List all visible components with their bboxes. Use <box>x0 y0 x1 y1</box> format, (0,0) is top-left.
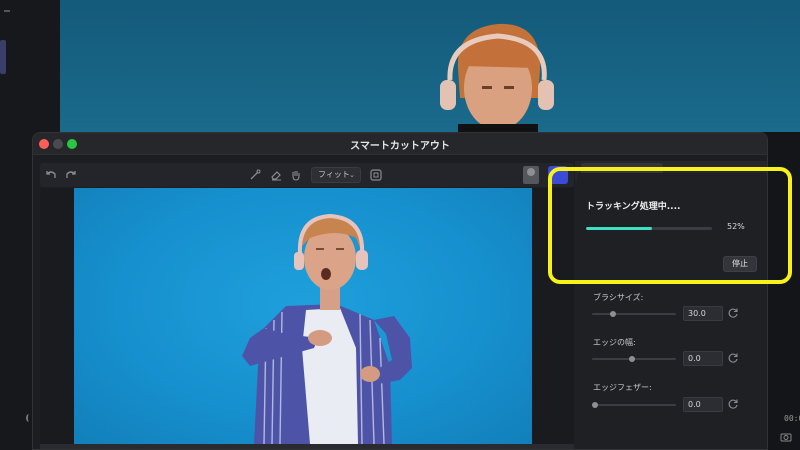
tracking-progress-bar <box>586 227 712 230</box>
window-title: スマートカットアウト <box>350 141 450 152</box>
video-preview[interactable] <box>74 188 532 444</box>
compare-icon[interactable] <box>369 168 383 182</box>
tracking-progress-fill <box>586 227 652 230</box>
edge-width-slider[interactable] <box>592 356 676 362</box>
background-scroll-thumb[interactable] <box>0 40 6 74</box>
dancing-person-image <box>242 213 412 444</box>
person-mode-button[interactable] <box>523 166 539 184</box>
canvas-area <box>40 188 574 449</box>
background-timecode: 00:0 <box>784 414 800 423</box>
background-tick <box>4 10 10 12</box>
hand-icon[interactable] <box>289 168 303 182</box>
smart-cutout-window: スマートカットアウト フィット ⌄ トラッキング処理中.... 52% 停止 ブ… <box>32 132 768 450</box>
redo-icon[interactable] <box>64 168 78 182</box>
reset-icon[interactable] <box>727 398 739 410</box>
edge-feather-label: エッジフェザー: <box>593 383 652 392</box>
brush-icon[interactable] <box>248 168 262 182</box>
edge-feather-slider[interactable] <box>591 402 676 408</box>
eraser-icon[interactable] <box>269 168 283 182</box>
edge-feather-input[interactable]: 0.0 <box>683 397 723 412</box>
background-timeline-corner <box>768 400 800 450</box>
reset-icon[interactable] <box>727 352 739 364</box>
title-bar: スマートカットアウト <box>33 133 767 155</box>
background-person-image <box>440 23 554 132</box>
undo-icon[interactable] <box>44 168 58 182</box>
tracking-status-label: トラッキング処理中.... <box>586 202 681 212</box>
brush-size-slider[interactable] <box>592 311 676 317</box>
tracking-progress-panel: トラッキング処理中.... 52% 停止 <box>577 173 767 273</box>
edge-width-slider-knob[interactable] <box>629 356 636 362</box>
stop-button[interactable]: 停止 <box>723 256 757 272</box>
reset-icon[interactable] <box>727 307 739 319</box>
brush-size-label: ブラシサイズ: <box>593 293 644 302</box>
active-mode-button[interactable] <box>548 166 568 184</box>
chevron-down-icon: ⌄ <box>349 171 355 179</box>
tracking-progress-percent: 52% <box>727 222 745 231</box>
cutout-toolbar: フィット ⌄ <box>40 163 574 187</box>
camera-icon[interactable] <box>780 432 792 442</box>
brush-size-slider-knob[interactable] <box>610 311 616 317</box>
edge-feather-slider-knob[interactable] <box>591 402 598 408</box>
fit-dropdown[interactable]: フィット ⌄ <box>311 167 361 183</box>
edge-width-label: エッジの幅: <box>593 338 636 347</box>
brush-size-input[interactable]: 30.0 <box>683 306 723 321</box>
fit-dropdown-label: フィット <box>318 170 350 179</box>
canvas-bottom-bar <box>40 444 574 449</box>
settings-panel: トラッキング処理中.... 52% 停止 ブラシサイズ: 30.0 エッジの幅:… <box>575 161 767 449</box>
edge-width-input[interactable]: 0.0 <box>683 351 723 366</box>
background-preview <box>60 0 800 132</box>
